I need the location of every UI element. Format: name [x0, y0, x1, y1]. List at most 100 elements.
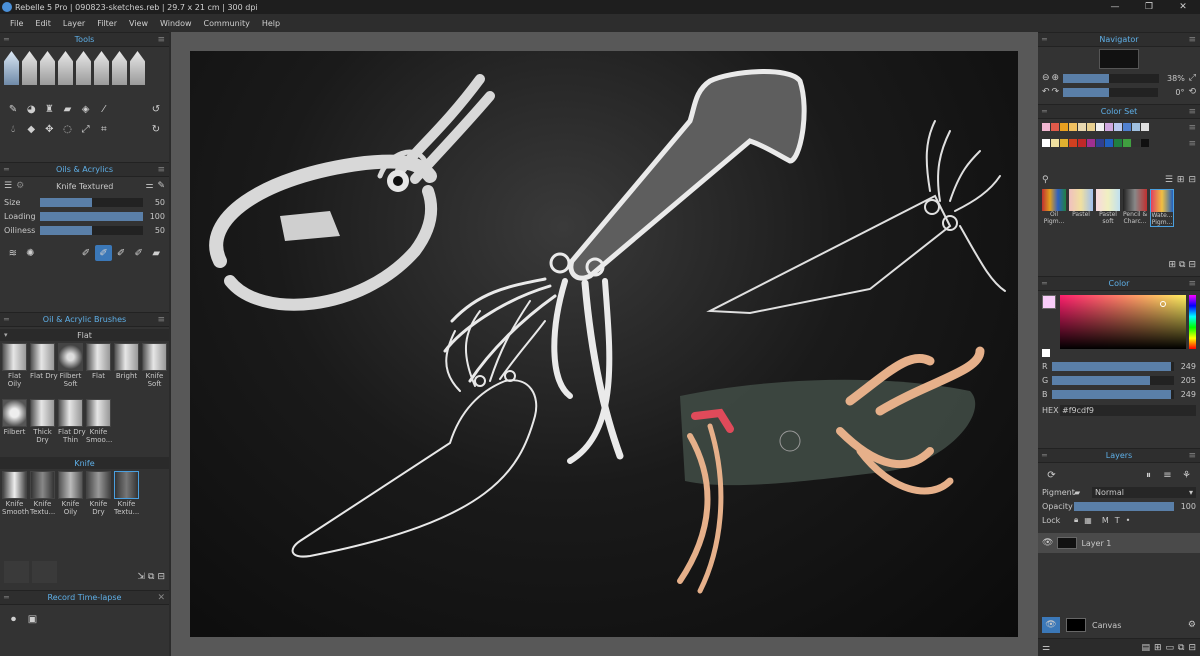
- brush-tool-icon[interactable]: [4, 51, 19, 85]
- dot-icon[interactable]: •: [1126, 516, 1131, 525]
- brush-preset[interactable]: Knife Textu...: [30, 471, 55, 525]
- fill-icon[interactable]: ◈: [77, 101, 95, 117]
- grip-icon[interactable]: ═: [1042, 105, 1047, 119]
- grip-icon[interactable]: ═: [4, 33, 9, 47]
- color-swatch[interactable]: [1132, 123, 1140, 131]
- color-swatch[interactable]: [1087, 123, 1095, 131]
- color-swatch[interactable]: [1096, 139, 1104, 147]
- grip-icon[interactable]: ═: [4, 313, 9, 327]
- brush-preset[interactable]: Flat Oily: [2, 343, 27, 397]
- color-swatch[interactable]: [1132, 139, 1140, 147]
- brush-preset[interactable]: Knife Smoo...: [86, 399, 112, 453]
- color-set-item[interactable]: Pencil & Charc...: [1123, 189, 1147, 227]
- color-swatch[interactable]: [1114, 123, 1122, 131]
- flat-group-header[interactable]: ▾ Flat: [0, 329, 169, 341]
- brush-selector[interactable]: ☰ ⚙ Knife Textured ⚌ ✎: [0, 177, 169, 195]
- opacity-value[interactable]: 100: [1178, 502, 1196, 511]
- brush-preset[interactable]: Thick Dry: [30, 399, 55, 453]
- airbrush-tool-icon[interactable]: [40, 51, 55, 85]
- brush-preset[interactable]: Bright: [114, 343, 139, 397]
- import-icon[interactable]: ⇲: [137, 572, 145, 582]
- brush-preset[interactable]: Knife Dry: [86, 471, 111, 525]
- list-view-icon[interactable]: ☰: [1165, 175, 1173, 185]
- blue-track[interactable]: [1052, 389, 1174, 399]
- menu-edit[interactable]: Edit: [29, 19, 57, 28]
- drawing-canvas[interactable]: [190, 51, 1018, 637]
- refresh-icon[interactable]: ⟳: [1042, 467, 1061, 483]
- crop-icon[interactable]: ⌗: [95, 121, 113, 137]
- color-swatch[interactable]: [1078, 123, 1086, 131]
- zoom-in-icon[interactable]: ⊕: [1052, 73, 1060, 83]
- red-track[interactable]: [1052, 361, 1174, 371]
- layers-stack-icon[interactable]: ≋: [4, 245, 22, 261]
- color-swatch[interactable]: [1042, 139, 1050, 147]
- texture-icon[interactable]: ✺: [22, 245, 40, 261]
- erase-mode-icon[interactable]: ▰: [147, 245, 165, 261]
- mask-icon[interactable]: M: [1102, 516, 1109, 525]
- brush-preset[interactable]: Knife Oily: [58, 471, 83, 525]
- remove-icon[interactable]: ⊟: [1188, 260, 1196, 270]
- visibility-eye-icon[interactable]: 👁︎: [1042, 617, 1060, 633]
- add-icon[interactable]: ⊞: [1168, 260, 1176, 270]
- panel-menu-icon[interactable]: ≡: [1188, 449, 1196, 463]
- panel-menu-icon[interactable]: ≡: [1188, 105, 1196, 119]
- lock-icon[interactable]: 🔒︎: [1074, 515, 1078, 525]
- record-icon[interactable]: ⏺: [4, 611, 23, 627]
- color-swatch[interactable]: [1087, 139, 1095, 147]
- size-track[interactable]: [40, 197, 143, 207]
- lock-alpha-icon[interactable]: ▦: [1084, 516, 1092, 525]
- color-set-item[interactable]: Oil Pigm...: [1042, 189, 1066, 227]
- oiliness-track[interactable]: [40, 225, 143, 235]
- blend-icon[interactable]: ◆: [22, 121, 40, 137]
- redo-icon[interactable]: ↻: [147, 121, 165, 137]
- blend-mode-select[interactable]: Normal ▾: [1092, 486, 1196, 498]
- duplicate-icon[interactable]: ⧉: [1179, 260, 1185, 270]
- swatch-menu-icon[interactable]: ≡: [1188, 139, 1196, 149]
- remove-set-icon[interactable]: ⊟: [1188, 175, 1196, 185]
- loading-slider[interactable]: Loading 100: [0, 209, 169, 223]
- paint-mode-icon[interactable]: ✐: [77, 245, 95, 261]
- pastel-tool-icon[interactable]: [112, 51, 127, 85]
- tracing-icon[interactable]: T: [1115, 516, 1120, 525]
- opacity-track[interactable]: [1074, 501, 1174, 511]
- color-pick-icon[interactable]: ⚲: [1042, 175, 1049, 185]
- size-value[interactable]: 50: [147, 198, 165, 207]
- brush-preset[interactable]: Knife Smooth: [2, 471, 29, 525]
- stamp-icon[interactable]: ♜: [40, 101, 58, 117]
- menu-filter[interactable]: Filter: [91, 19, 123, 28]
- green-value[interactable]: 205: [1178, 376, 1196, 385]
- layer-properties-icon[interactable]: ▤: [1141, 643, 1150, 653]
- rotation-track[interactable]: [1063, 87, 1159, 97]
- new-layer-icon[interactable]: ⊞: [1154, 643, 1162, 653]
- green-slider[interactable]: G 205: [1038, 373, 1200, 387]
- green-track[interactable]: [1052, 375, 1174, 385]
- panel-menu-icon[interactable]: ≡: [157, 313, 165, 327]
- swatch-menu-icon[interactable]: ≡: [1188, 123, 1196, 133]
- delete-layer-icon[interactable]: ⊟: [1188, 643, 1196, 653]
- foreground-color-swatch[interactable]: [1042, 295, 1056, 309]
- grip-icon[interactable]: ═: [4, 163, 9, 177]
- menu-window[interactable]: Window: [154, 19, 198, 28]
- smudge-icon[interactable]: ◕: [22, 101, 40, 117]
- eyedropper-icon[interactable]: ⁄: [95, 101, 113, 117]
- oiliness-value[interactable]: 50: [147, 226, 165, 235]
- brush-preset[interactable]: Filbert: [2, 399, 27, 453]
- add-set-icon[interactable]: ⊞: [1177, 175, 1185, 185]
- close-icon[interactable]: ✕: [157, 591, 165, 605]
- color-swatch[interactable]: [1141, 139, 1149, 147]
- rotate-right-icon[interactable]: ↷: [1052, 87, 1060, 97]
- panel-menu-icon[interactable]: ≡: [1188, 33, 1196, 47]
- color-set-item-selected[interactable]: Wate... Pigm...: [1150, 189, 1174, 227]
- color-swatch[interactable]: [1123, 123, 1131, 131]
- color-swatch[interactable]: [1051, 123, 1059, 131]
- background-color-swatch[interactable]: [1042, 349, 1050, 357]
- brush-adjust-icon[interactable]: ⚌: [145, 181, 153, 191]
- smudge-mode-icon[interactable]: ✐: [130, 245, 148, 261]
- canvas-settings-icon[interactable]: ⚙: [1188, 620, 1196, 630]
- layer-options-icon[interactable]: ⚌: [1038, 643, 1050, 653]
- brush-preset[interactable]: Flat: [86, 343, 111, 397]
- color-swatch[interactable]: [1060, 139, 1068, 147]
- brush-settings-icon[interactable]: ⚙: [16, 181, 24, 191]
- color-swatch[interactable]: [1078, 139, 1086, 147]
- move-icon[interactable]: ⤢: [77, 121, 95, 137]
